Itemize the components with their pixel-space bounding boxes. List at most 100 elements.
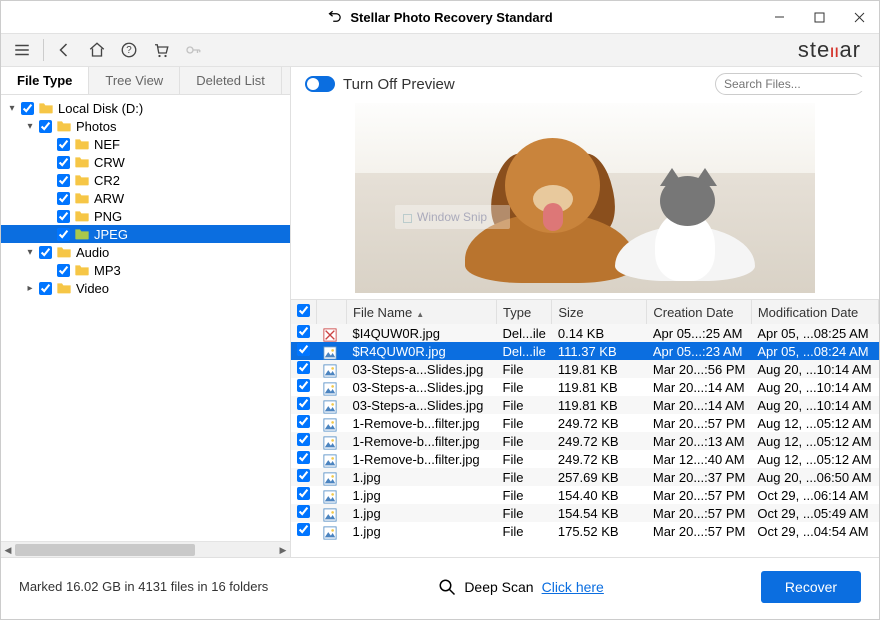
tree-checkbox[interactable] — [39, 246, 52, 259]
cell-size: 249.72 KB — [552, 450, 647, 468]
cart-button[interactable] — [146, 36, 176, 64]
home-button[interactable] — [82, 36, 112, 64]
back-button[interactable] — [50, 36, 80, 64]
table-row[interactable]: 1-Remove-b...filter.jpgFile249.72 KBMar … — [291, 414, 879, 432]
tree-checkbox[interactable] — [21, 102, 34, 115]
maximize-button[interactable] — [799, 1, 839, 33]
row-checkbox[interactable] — [297, 487, 310, 500]
tree-checkbox[interactable] — [57, 156, 70, 169]
search-box[interactable] — [715, 73, 865, 95]
chevron-icon[interactable]: ▸ — [23, 283, 37, 294]
row-checkbox[interactable] — [297, 451, 310, 464]
table-row[interactable]: 1-Remove-b...filter.jpgFile249.72 KBMar … — [291, 432, 879, 450]
file-table[interactable]: File Name▲ Type Size Creation Date Modif… — [291, 299, 879, 557]
tree-item-video[interactable]: ▸Video — [1, 279, 290, 297]
table-row[interactable]: 03-Steps-a...Slides.jpgFile119.81 KBMar … — [291, 396, 879, 414]
tree-item-nef[interactable]: NEF — [1, 135, 290, 153]
row-checkbox[interactable] — [297, 361, 310, 374]
cell-type: File — [497, 414, 552, 432]
tree-item-jpeg[interactable]: JPEG — [1, 225, 290, 243]
tab-deleted-list[interactable]: Deleted List — [180, 67, 282, 94]
cell-mdate: Aug 12, ...05:12 AM — [751, 450, 878, 468]
table-row[interactable]: 1.jpgFile154.54 KBMar 20...:57 PMOct 29,… — [291, 504, 879, 522]
tree-checkbox[interactable] — [57, 210, 70, 223]
col-mdate[interactable]: Modification Date — [751, 300, 878, 324]
col-cdate[interactable]: Creation Date — [647, 300, 751, 324]
tab-tree-view[interactable]: Tree View — [89, 67, 180, 94]
tree-label: NEF — [94, 137, 120, 152]
table-row[interactable]: 1-Remove-b...filter.jpgFile249.72 KBMar … — [291, 450, 879, 468]
table-row[interactable]: $I4QUW0R.jpgDel...ile0.14 KBApr 05...:25… — [291, 324, 879, 342]
table-row[interactable]: 1.jpgFile257.69 KBMar 20...:37 PMAug 20,… — [291, 468, 879, 486]
cell-filename: $I4QUW0R.jpg — [347, 324, 497, 342]
row-checkbox[interactable] — [297, 379, 310, 392]
tree-item-png[interactable]: PNG — [1, 207, 290, 225]
tree-checkbox[interactable] — [57, 174, 70, 187]
menu-button[interactable] — [7, 36, 37, 64]
tree-checkbox[interactable] — [57, 138, 70, 151]
file-icon — [323, 471, 337, 485]
row-checkbox[interactable] — [297, 325, 310, 338]
cell-type: File — [497, 486, 552, 504]
table-row[interactable]: 1.jpgFile154.40 KBMar 20...:57 PMOct 29,… — [291, 486, 879, 504]
deepscan-link[interactable]: Click here — [542, 579, 604, 595]
table-row[interactable]: 03-Steps-a...Slides.jpgFile119.81 KBMar … — [291, 360, 879, 378]
row-checkbox[interactable] — [297, 397, 310, 410]
table-row[interactable]: 1.jpgFile175.52 KBMar 20...:57 PMOct 29,… — [291, 522, 879, 540]
tab-file-type[interactable]: File Type — [1, 67, 89, 94]
tree-checkbox[interactable] — [39, 120, 52, 133]
table-row[interactable]: 03-Steps-a...Slides.jpgFile119.81 KBMar … — [291, 378, 879, 396]
col-size[interactable]: Size — [552, 300, 647, 324]
row-checkbox[interactable] — [297, 469, 310, 482]
chevron-icon[interactable]: ▾ — [23, 247, 37, 258]
row-checkbox[interactable] — [297, 433, 310, 446]
cell-mdate: Aug 20, ...10:14 AM — [751, 360, 878, 378]
cell-mdate: Aug 20, ...10:14 AM — [751, 396, 878, 414]
tree-label: CR2 — [94, 173, 120, 188]
minimize-button[interactable] — [759, 1, 799, 33]
tree-item-mp3[interactable]: MP3 — [1, 261, 290, 279]
select-all-checkbox[interactable] — [297, 304, 310, 317]
cell-cdate: Mar 20...:37 PM — [647, 468, 751, 486]
tree-checkbox[interactable] — [39, 282, 52, 295]
file-icon — [323, 489, 337, 503]
recover-button[interactable]: Recover — [761, 571, 861, 603]
tree-item-arw[interactable]: ARW — [1, 189, 290, 207]
col-filename[interactable]: File Name — [353, 305, 412, 320]
help-button[interactable]: ? — [114, 36, 144, 64]
search-input[interactable] — [724, 77, 879, 91]
cell-mdate: Aug 12, ...05:12 AM — [751, 414, 878, 432]
tree-checkbox[interactable] — [57, 264, 70, 277]
tree-label: Photos — [76, 119, 116, 134]
tree-item-crw[interactable]: CRW — [1, 153, 290, 171]
tree-item-cr2[interactable]: CR2 — [1, 171, 290, 189]
preview-toggle[interactable]: Turn Off Preview — [305, 76, 455, 93]
row-checkbox[interactable] — [297, 523, 310, 536]
tree-checkbox[interactable] — [57, 192, 70, 205]
cell-cdate: Mar 20...:57 PM — [647, 504, 751, 522]
right-panel: Turn Off Preview Window Snip — [291, 67, 879, 557]
folder-icon — [56, 281, 72, 295]
file-icon — [323, 381, 337, 395]
cell-cdate: Mar 12...:40 AM — [647, 450, 751, 468]
tree-item-audio[interactable]: ▾Audio — [1, 243, 290, 261]
tree-item-photos[interactable]: ▾ Photos — [1, 117, 290, 135]
col-type[interactable]: Type — [497, 300, 552, 324]
tree-label: ARW — [94, 191, 124, 206]
tree-checkbox[interactable] — [57, 228, 70, 241]
table-row[interactable]: $R4QUW0R.jpgDel...ile111.37 KBApr 05...:… — [291, 342, 879, 360]
file-tree[interactable]: ▾Local Disk (D:)▾PhotosNEFCRWCR2ARWPNGJP… — [1, 95, 290, 541]
tree-item-local-disk-d-[interactable]: ▾Local Disk (D:) — [1, 99, 290, 117]
cell-cdate: Mar 20...:14 AM — [647, 396, 751, 414]
tree-scrollbar[interactable]: ◀ ▶ — [1, 541, 290, 557]
row-checkbox[interactable] — [297, 415, 310, 428]
chevron-icon[interactable]: ▾ — [23, 121, 37, 132]
row-checkbox[interactable] — [297, 343, 310, 356]
chevron-icon[interactable]: ▾ — [5, 103, 19, 114]
key-button[interactable] — [178, 36, 208, 64]
cell-cdate: Mar 20...:56 PM — [647, 360, 751, 378]
row-checkbox[interactable] — [297, 505, 310, 518]
file-icon — [323, 345, 337, 359]
close-button[interactable] — [839, 1, 879, 33]
cell-filename: 1-Remove-b...filter.jpg — [347, 450, 497, 468]
